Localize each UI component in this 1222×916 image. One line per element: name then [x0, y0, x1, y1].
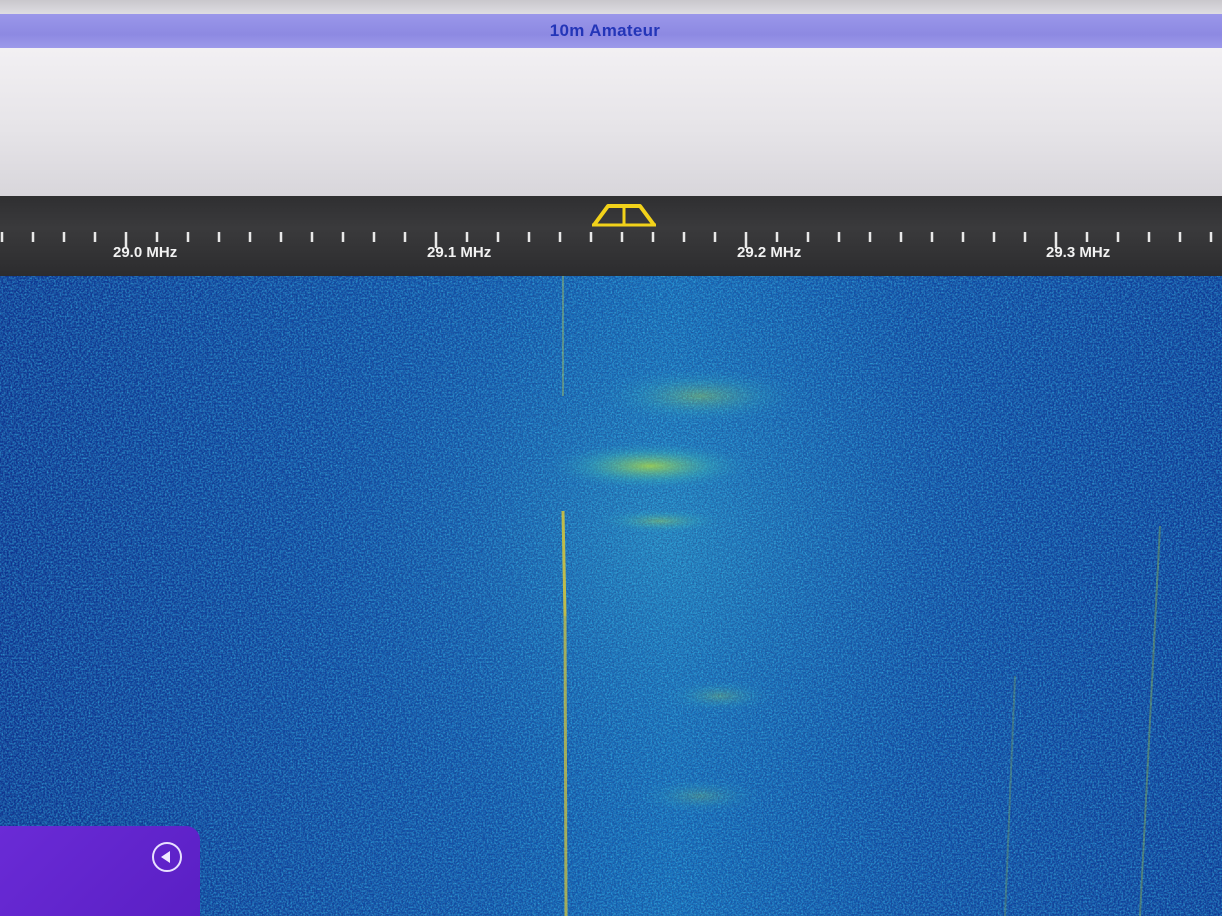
frequency-scale[interactable]: 29.0 MHz 29.1 MHz 29.2 MHz 29.3 MHz: [0, 196, 1222, 276]
freq-label-29-1: 29.1 MHz: [427, 244, 492, 261]
sdr-receiver-window: 10m Amateur 29.0 MHz 29.1 MHz 29.2 MHz 2…: [0, 0, 1222, 916]
waterfall-display[interactable]: [0, 276, 1222, 916]
band-label-bar: 10m Amateur: [0, 14, 1222, 48]
band-label: 10m Amateur: [549, 21, 661, 40]
waterfall-image: [0, 276, 1222, 916]
collapse-panel-button[interactable]: [152, 842, 182, 872]
freq-label-29-2: 29.2 MHz: [737, 244, 802, 261]
freq-label-29-0: 29.0 MHz: [113, 244, 178, 261]
side-control-panel: [0, 826, 200, 916]
chevron-left-icon: [161, 851, 170, 863]
freq-label-29-3: 29.3 MHz: [1046, 244, 1111, 261]
passband-filter-icon[interactable]: [590, 202, 658, 228]
spectrum-display[interactable]: [0, 48, 1222, 196]
top-toolbar-strip: [0, 0, 1222, 14]
